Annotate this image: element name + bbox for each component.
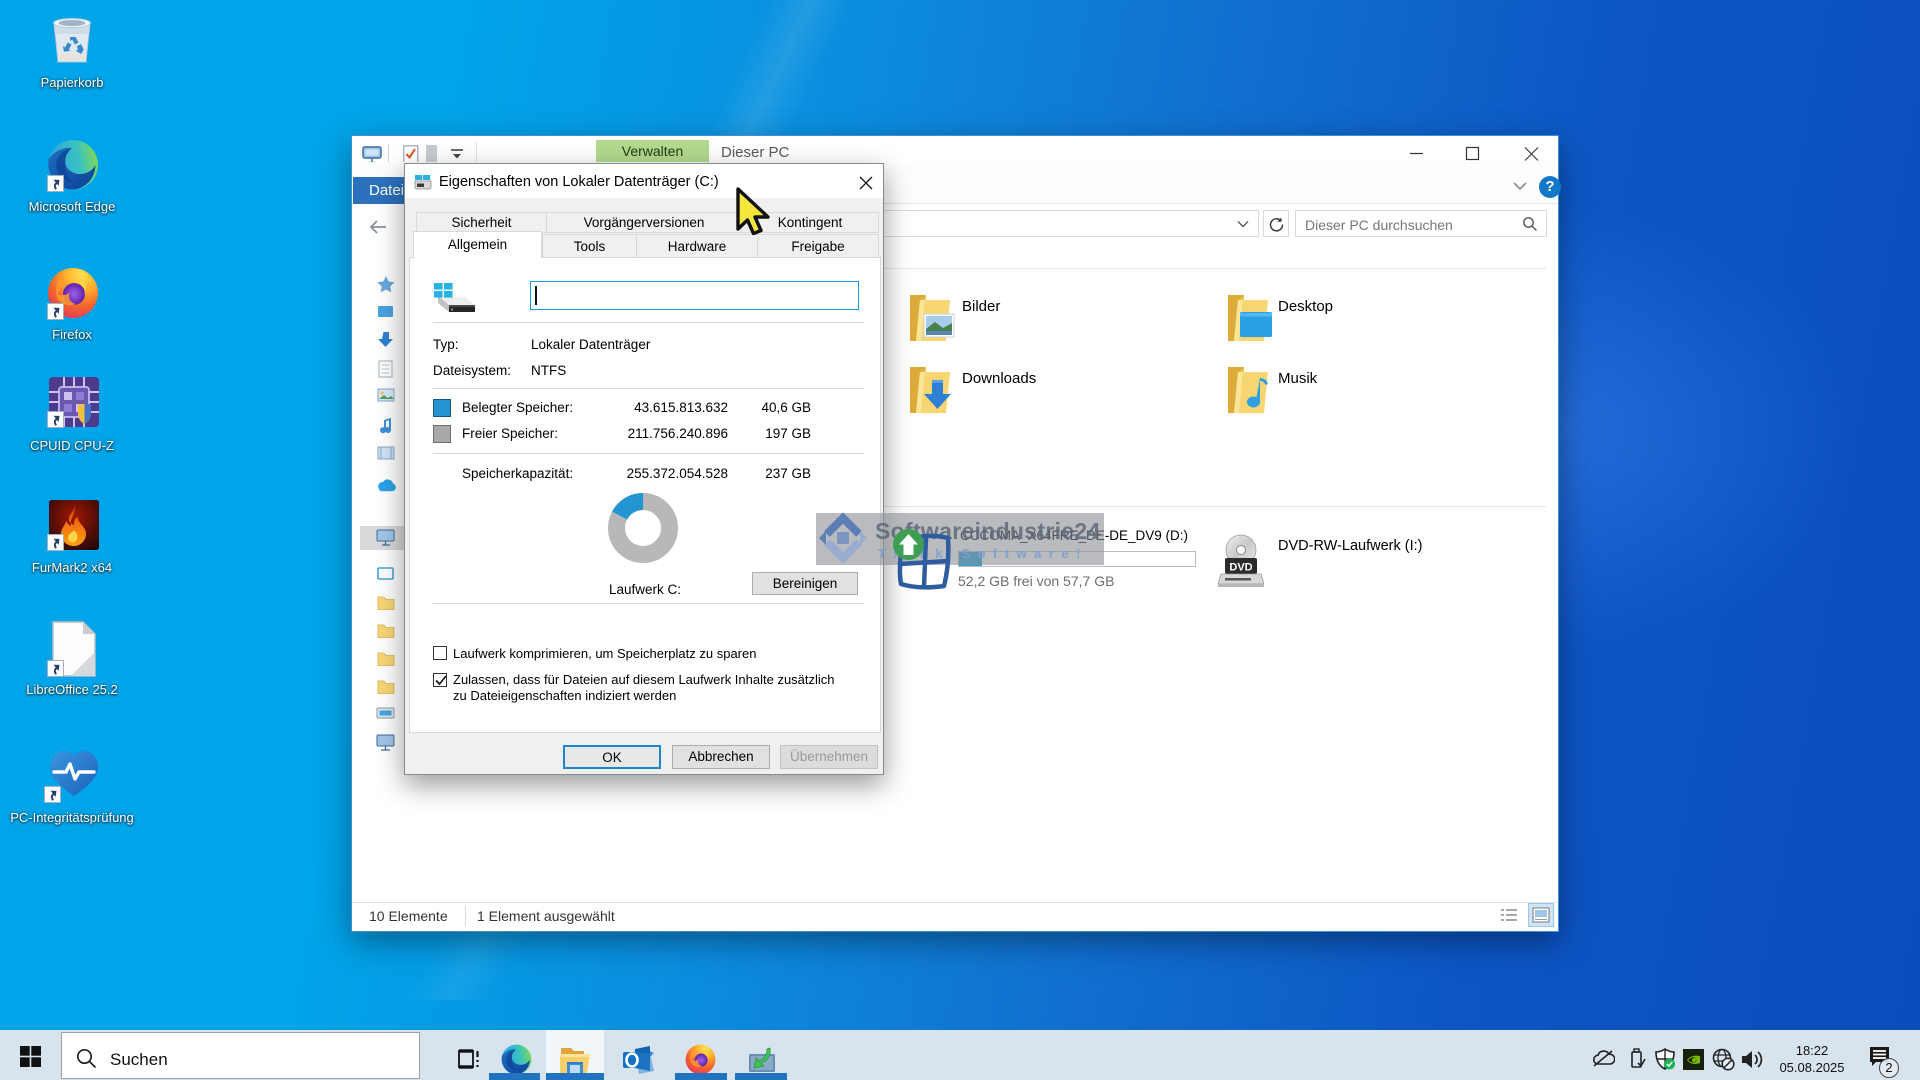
svg-text:DVD: DVD (1229, 562, 1252, 574)
